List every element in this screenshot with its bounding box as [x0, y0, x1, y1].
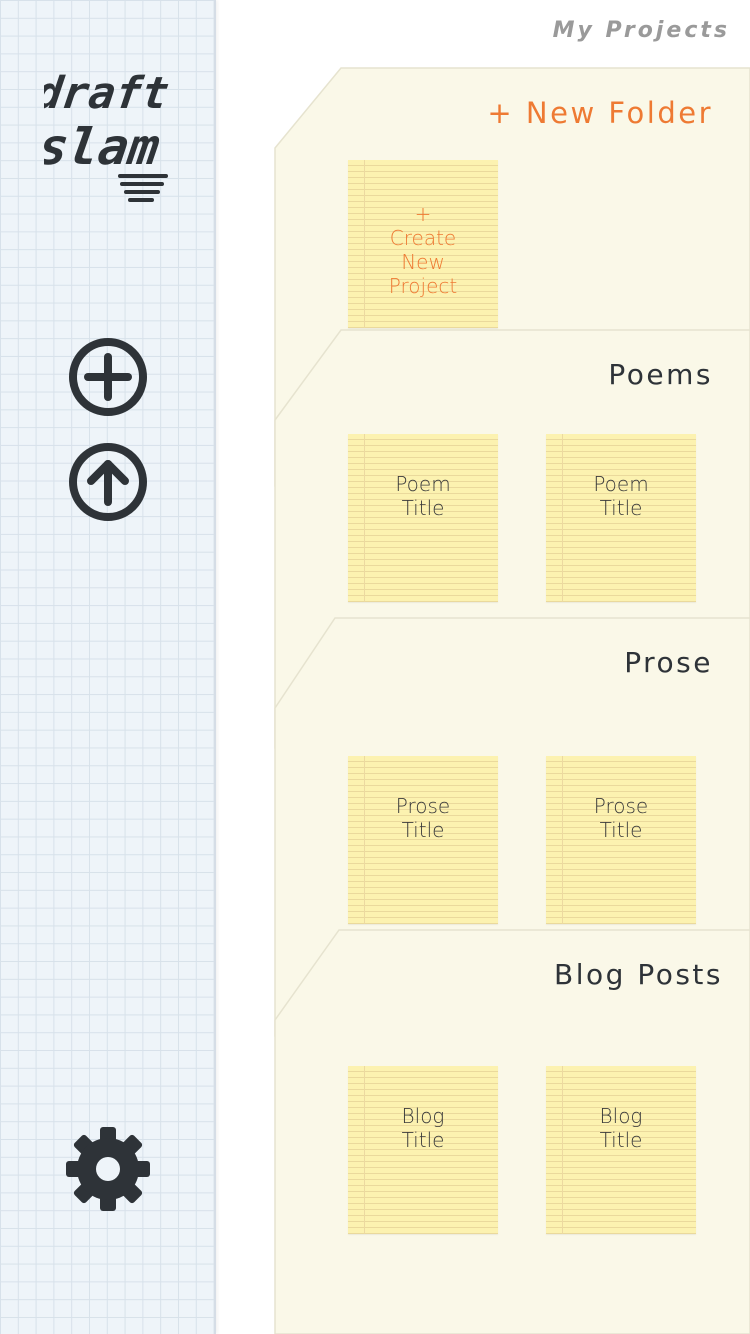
project-card[interactable]: Prose Title [348, 756, 498, 924]
project-card-title: Poem Title [593, 472, 649, 520]
folder-title-prose[interactable]: Prose [624, 646, 713, 679]
sidebar: draft slam [0, 0, 216, 1334]
page-title: My Projects [552, 18, 730, 43]
new-folder-button[interactable]: + New Folder [487, 96, 713, 130]
settings-button[interactable] [66, 1127, 150, 1211]
upload-button[interactable] [66, 440, 150, 524]
project-card[interactable]: Poem Title [546, 434, 696, 602]
arrow-up-circle-icon [69, 443, 147, 521]
create-new-project-card[interactable]: + Create New Project [348, 160, 498, 328]
plus-circle-icon [69, 338, 147, 416]
project-card[interactable]: Blog Title [348, 1066, 498, 1234]
project-card[interactable]: Prose Title [546, 756, 696, 924]
folder-title-poems[interactable]: Poems [608, 358, 713, 391]
project-card-title: Prose Title [593, 794, 649, 842]
create-new-project-label: + Create New Project [388, 202, 458, 298]
folder-title-blog-posts[interactable]: Blog Posts [554, 958, 723, 991]
draft-slam-logo: draft slam [32, 66, 172, 211]
add-project-button[interactable] [66, 335, 150, 419]
project-card-title: Prose Title [395, 794, 451, 842]
project-card[interactable]: Blog Title [546, 1066, 696, 1234]
gear-icon [66, 1127, 150, 1211]
folder-blog-posts: Blog Posts Blog Title Blog Title [273, 928, 750, 1334]
project-card-title: Poem Title [395, 472, 451, 520]
logo-text-slam: slam [44, 117, 163, 176]
logo-text-draft: draft [44, 68, 172, 119]
project-card-title: Blog Title [401, 1104, 445, 1152]
project-card-title: Blog Title [599, 1104, 643, 1152]
project-card[interactable]: Poem Title [348, 434, 498, 602]
